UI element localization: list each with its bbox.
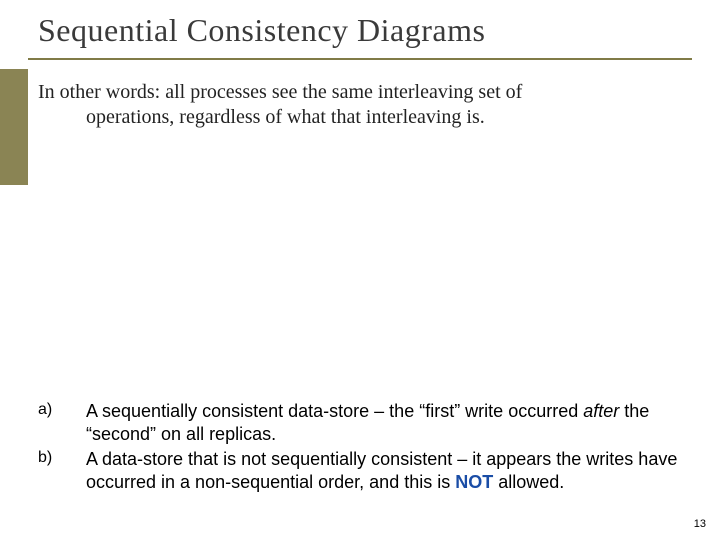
slide-title: Sequential Consistency Diagrams: [38, 12, 485, 49]
text-b-post: allowed.: [493, 472, 564, 492]
intro-line-2: operations, regardless of what that inte…: [86, 105, 690, 130]
list-item-b: b) A data-store that is not sequentially…: [38, 448, 690, 494]
list-marker-b: b): [38, 448, 86, 494]
intro-line-1: In other words: all processes see the sa…: [38, 81, 522, 103]
page-number: 13: [694, 518, 706, 530]
list-marker-a: a): [38, 400, 86, 446]
intro-paragraph: In other words: all processes see the sa…: [38, 80, 690, 130]
text-a-pre: A sequentially consistent data-store – t…: [86, 401, 583, 421]
accent-block: [0, 69, 28, 185]
list-text-a: A sequentially consistent data-store – t…: [86, 400, 690, 446]
title-underline: [28, 58, 692, 60]
item-list: a) A sequentially consistent data-store …: [38, 400, 690, 496]
text-b-not: NOT: [455, 472, 493, 492]
list-text-b: A data-store that is not sequentially co…: [86, 448, 690, 494]
text-a-italic: after: [583, 401, 619, 421]
list-item-a: a) A sequentially consistent data-store …: [38, 400, 690, 446]
text-b-pre: A data-store that is not sequentially co…: [86, 449, 677, 492]
